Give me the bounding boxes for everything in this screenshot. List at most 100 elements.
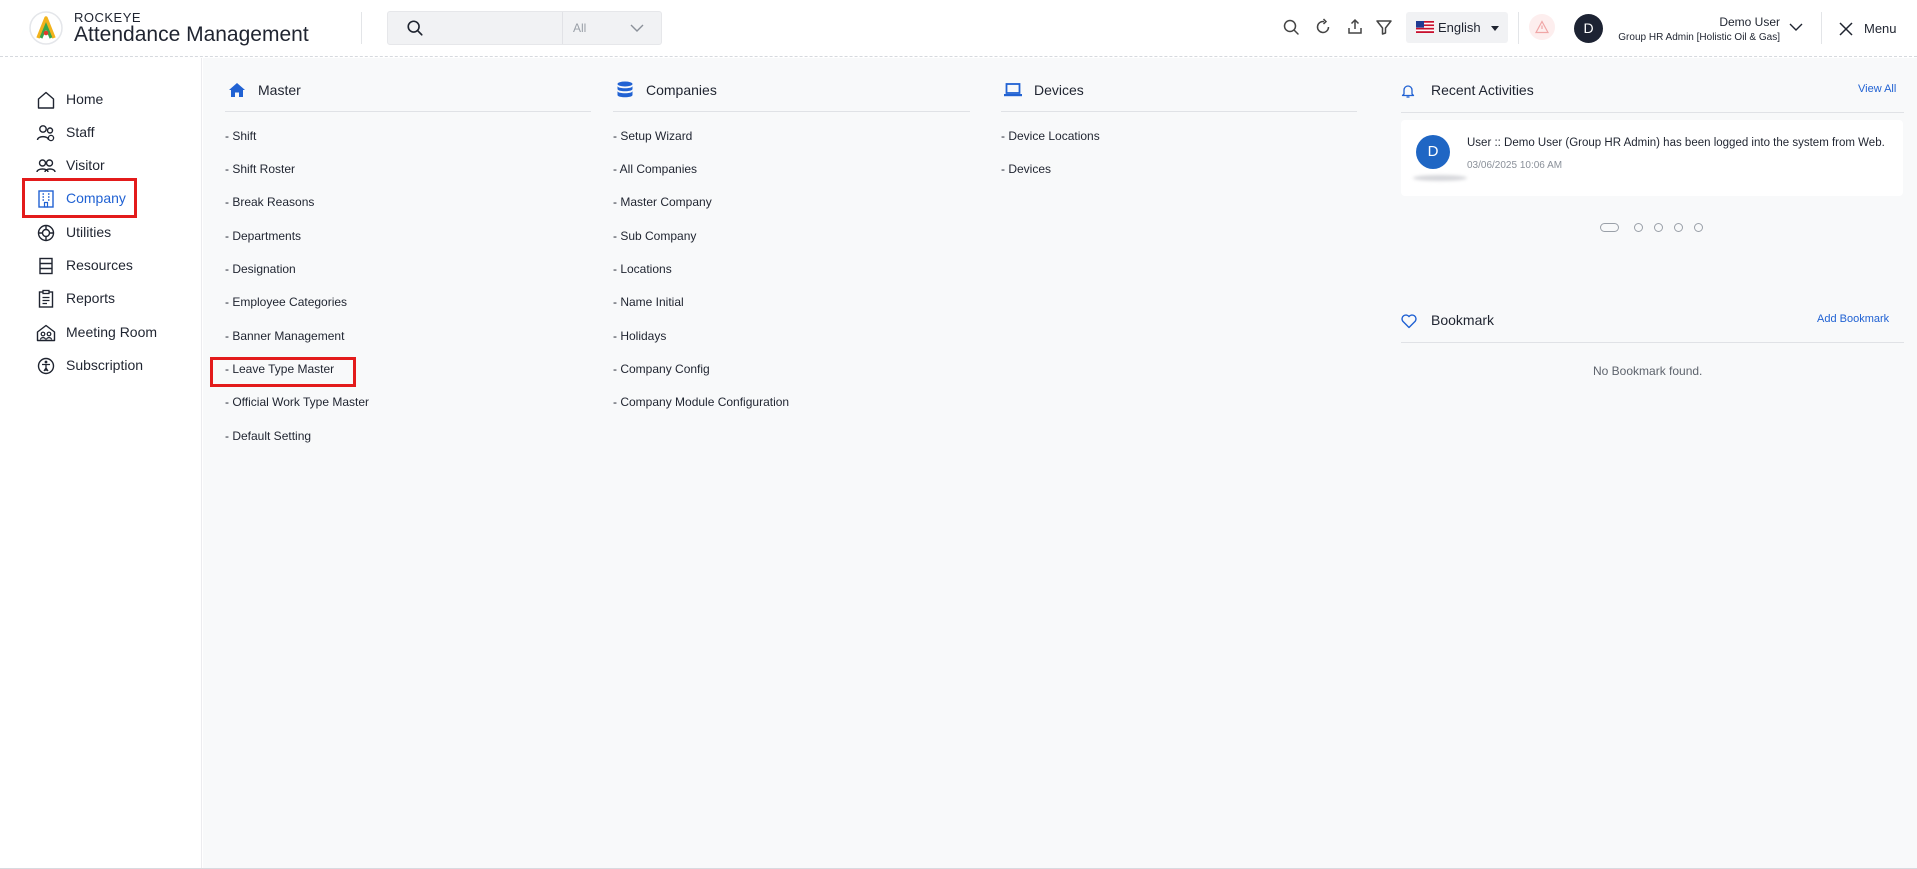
pager-dot[interactable] (1674, 223, 1683, 232)
companies-link-company-module-configuration[interactable]: - Company Module Configuration (613, 395, 789, 409)
database-icon (617, 81, 633, 98)
avatar-shadow (1413, 175, 1467, 181)
header-divider (1518, 12, 1519, 44)
menu-button[interactable]: Menu (1838, 18, 1908, 40)
devices-title: Devices (1034, 82, 1084, 98)
heart-icon (1401, 314, 1417, 329)
sidebar-item-home[interactable]: Home (36, 86, 186, 112)
subscription-icon (37, 357, 55, 375)
master-link-employee-categories[interactable]: - Employee Categories (225, 295, 347, 309)
company-highlight-box (22, 178, 137, 218)
master-title: Master (258, 82, 301, 98)
sidebar-item-label: Subscription (66, 357, 144, 373)
pager-dot[interactable] (1654, 223, 1663, 232)
staff-icon (36, 125, 55, 142)
master-link-break-reasons[interactable]: - Break Reasons (225, 195, 314, 209)
sidebar-item-label: Utilities (66, 224, 112, 240)
search-scope-value: All (573, 21, 587, 35)
devices-link-device-locations[interactable]: - Device Locations (1001, 129, 1100, 143)
header-divider (361, 12, 362, 44)
master-section-header: Master (225, 78, 591, 112)
sidebar-item-meeting-room[interactable]: Meeting Room (36, 319, 186, 345)
global-search: All (387, 11, 662, 45)
search-input[interactable] (438, 12, 548, 44)
bell-icon (1401, 85, 1415, 98)
companies-link-setup-wizard[interactable]: - Setup Wizard (613, 129, 692, 143)
section-divider (1401, 112, 1904, 113)
activity-avatar: D (1416, 135, 1450, 169)
leave-type-highlight-box (210, 357, 356, 387)
top-header: ROCKEYE Attendance Management All Englis… (0, 0, 1917, 57)
section-divider (1401, 342, 1904, 343)
companies-section-header: Companies (613, 78, 970, 112)
sidebar-item-label: Meeting Room (66, 324, 158, 340)
close-icon (1839, 22, 1853, 36)
alert-button[interactable] (1529, 14, 1555, 40)
companies-link-name-initial[interactable]: - Name Initial (613, 295, 684, 309)
us-flag-icon (1416, 21, 1434, 33)
companies-link-all-companies[interactable]: - All Companies (613, 162, 697, 176)
sidebar-item-label: Reports (66, 290, 116, 306)
companies-link-holidays[interactable]: - Holidays (613, 329, 666, 343)
search-scope-select[interactable]: All (562, 12, 662, 44)
pager-dot[interactable] (1694, 223, 1703, 232)
activity-time: 03/06/2025 10:06 AM (1467, 160, 1563, 171)
utilities-icon (37, 224, 55, 242)
companies-link-company-config[interactable]: - Company Config (613, 362, 710, 376)
master-link-official-work-type-master[interactable]: - Official Work Type Master (225, 395, 369, 409)
pager-dot[interactable] (1634, 223, 1643, 232)
resources-icon (39, 257, 53, 275)
visitor-icon (36, 159, 56, 173)
user-name[interactable]: Demo User (1719, 15, 1780, 29)
master-link-designation[interactable]: - Designation (225, 262, 296, 276)
devices-section-header: Devices (1001, 78, 1357, 112)
recent-activities-title: Recent Activities (1431, 82, 1534, 98)
activity-card[interactable]: D User :: Demo User (Group HR Admin) has… (1401, 120, 1903, 196)
master-link-default-setting[interactable]: - Default Setting (225, 429, 311, 443)
add-bookmark-link[interactable]: Add Bookmark (1817, 313, 1889, 325)
laptop-icon (1004, 83, 1022, 97)
devices-link-devices[interactable]: - Devices (1001, 162, 1051, 176)
master-link-shift[interactable]: - Shift (225, 129, 256, 143)
chevron-down-icon[interactable] (1788, 19, 1804, 35)
refresh-icon[interactable] (1313, 17, 1333, 37)
sidebar-item-reports[interactable]: Reports (36, 285, 186, 311)
header-divider (1821, 12, 1822, 44)
master-link-shift-roster[interactable]: - Shift Roster (225, 162, 295, 176)
user-avatar[interactable]: D (1574, 14, 1603, 43)
sidebar-item-visitor[interactable]: Visitor (36, 152, 186, 178)
language-label: English (1438, 20, 1481, 35)
upload-icon[interactable] (1345, 17, 1365, 37)
companies-link-locations[interactable]: - Locations (613, 262, 672, 276)
sidebar-item-label: Home (66, 91, 104, 107)
language-selector[interactable]: English (1406, 12, 1508, 43)
meeting-room-icon (36, 324, 56, 342)
menu-label: Menu (1864, 21, 1897, 36)
activity-text: User :: Demo User (Group HR Admin) has b… (1467, 137, 1885, 149)
master-link-banner-management[interactable]: - Banner Management (225, 329, 344, 343)
sidebar-item-label: Resources (66, 257, 133, 273)
home-icon (229, 83, 245, 97)
chevron-down-icon (630, 24, 644, 32)
master-link-departments[interactable]: - Departments (225, 229, 301, 243)
alert-icon (1535, 20, 1549, 34)
empty-bookmark-text: No Bookmark found. (1593, 364, 1703, 378)
sidebar-item-staff[interactable]: Staff (36, 119, 186, 145)
companies-link-master-company[interactable]: - Master Company (613, 195, 712, 209)
sidebar-item-subscription[interactable]: Subscription (36, 352, 186, 378)
companies-link-sub-company[interactable]: - Sub Company (613, 229, 696, 243)
bookmark-title: Bookmark (1431, 312, 1495, 328)
filter-icon[interactable] (1374, 17, 1394, 37)
companies-title: Companies (646, 82, 717, 98)
pager-dot[interactable] (1600, 223, 1619, 232)
sidebar-item-label: Staff (66, 124, 95, 140)
app-title: Attendance Management (74, 23, 309, 46)
view-all-link[interactable]: View All (1858, 83, 1896, 95)
search-icon[interactable] (406, 19, 424, 37)
rockeye-logo-icon[interactable] (28, 10, 64, 46)
search-icon[interactable] (1281, 17, 1301, 37)
reports-icon (38, 289, 54, 308)
sidebar-item-resources[interactable]: Resources (36, 252, 186, 278)
home-icon (37, 91, 55, 109)
sidebar-item-utilities[interactable]: Utilities (36, 219, 186, 245)
